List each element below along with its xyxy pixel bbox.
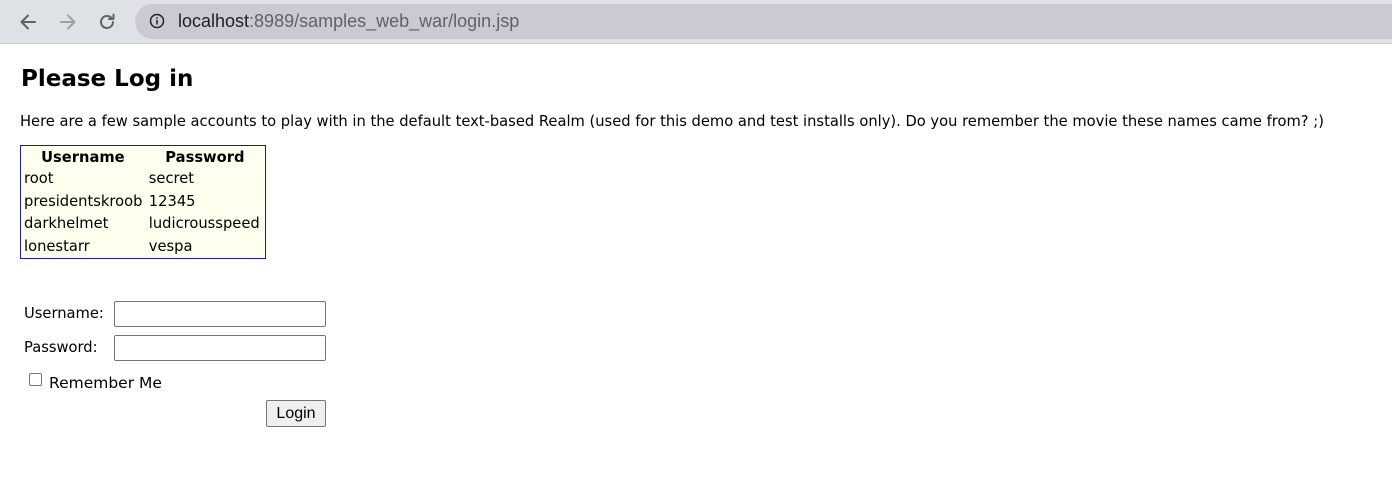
login-button[interactable]: Login xyxy=(266,400,326,427)
password-label: Password: xyxy=(24,339,98,356)
page-title: Please Log in xyxy=(21,66,194,92)
browser-toolbar: localhost:8989/samples_web_war/login.jsp xyxy=(0,0,1392,44)
back-arrow-icon xyxy=(20,14,36,30)
remember-me-checkbox[interactable] xyxy=(29,373,42,386)
password-input[interactable] xyxy=(114,335,326,361)
page-content: Please Log in Here are a few sample acco… xyxy=(0,45,1392,498)
password-cell: 12345 xyxy=(148,192,196,210)
column-header-password: Password xyxy=(165,149,245,166)
reload-icon xyxy=(100,13,115,29)
reload-button[interactable] xyxy=(92,7,122,37)
table-row: lonestarr vespa xyxy=(21,236,265,259)
sample-accounts-table: Username Password root secret presidents… xyxy=(20,145,266,259)
username-cell: darkhelmet xyxy=(24,215,109,232)
table-row: presidentskroob 12345 xyxy=(21,191,265,214)
username-label: Username: xyxy=(24,305,104,322)
table-row: root secret xyxy=(21,168,265,191)
url-path: :8989/samples_web_war/login.jsp xyxy=(249,11,520,31)
remember-me-label[interactable]: Remember Me xyxy=(49,374,162,392)
password-cell: secret xyxy=(148,170,195,187)
address-bar[interactable]: localhost:8989/samples_web_war/login.jsp xyxy=(135,4,1392,39)
password-cell: vespa xyxy=(148,237,193,255)
table-header-row: Username Password xyxy=(21,146,265,168)
table-row: darkhelmet ludicrousspeed xyxy=(21,213,265,236)
info-icon[interactable] xyxy=(149,13,165,29)
password-cell: ludicrousspeed xyxy=(148,215,260,232)
url-text[interactable]: localhost:8989/samples_web_war/login.jsp xyxy=(178,11,519,31)
username-input[interactable] xyxy=(114,301,326,327)
forward-button[interactable] xyxy=(53,7,83,37)
intro-text: Here are a few sample accounts to play w… xyxy=(20,113,1324,130)
username-cell: root xyxy=(24,170,54,187)
username-cell: presidentskroob xyxy=(24,192,143,210)
username-cell: lonestarr xyxy=(24,237,90,255)
forward-arrow-icon xyxy=(60,14,76,30)
column-header-username: Username xyxy=(41,149,125,166)
url-host: localhost xyxy=(178,11,250,31)
back-button[interactable] xyxy=(13,7,43,37)
